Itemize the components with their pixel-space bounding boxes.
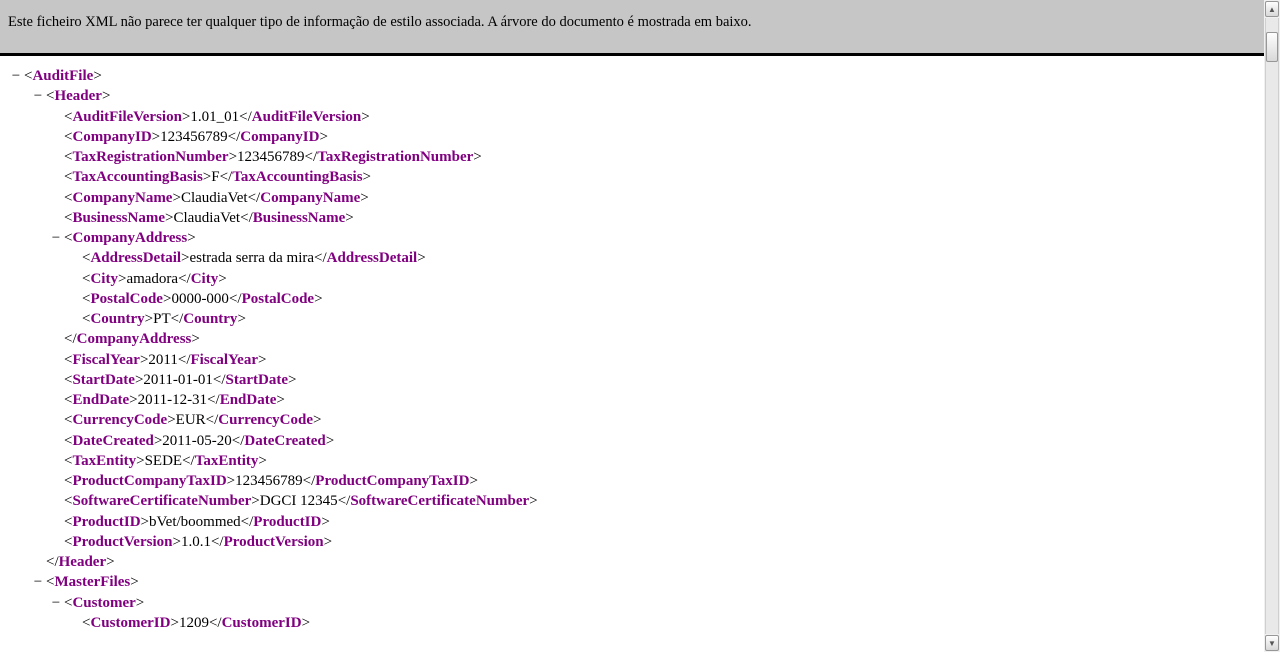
node-header-open: −<Header>	[10, 86, 1254, 106]
node-currencycode: <CurrencyCode>EUR</CurrencyCode>	[10, 410, 1254, 430]
node-taxentity: <TaxEntity>SEDE</TaxEntity>	[10, 451, 1254, 471]
node-datecreated: <DateCreated>2011-05-20</DateCreated>	[10, 431, 1254, 451]
outer-scrollbar[interactable]: ▲ ▼	[1264, 0, 1280, 652]
node-addressdetail: <AddressDetail>estrada serra da mira</Ad…	[10, 248, 1254, 268]
node-postalcode: <PostalCode>0000-000</PostalCode>	[10, 289, 1254, 309]
node-productid: <ProductID>bVet/boommed</ProductID>	[10, 512, 1254, 532]
toggle-icon[interactable]: −	[32, 572, 44, 592]
toggle-icon[interactable]: −	[50, 228, 62, 248]
scrollbar-track[interactable]	[1265, 18, 1279, 634]
no-style-notice: Este ficheiro XML não parece ter qualque…	[0, 0, 1264, 56]
node-companyaddress-close: </CompanyAddress>	[10, 329, 1254, 349]
node-customerid: <CustomerID>1209</CustomerID>	[10, 613, 1254, 633]
node-businessname: <BusinessName>ClaudiaVet</BusinessName>	[10, 208, 1254, 228]
node-customer-open: −<Customer>	[10, 593, 1254, 613]
node-header-close: </Header>	[10, 552, 1254, 572]
node-companyname: <CompanyName>ClaudiaVet</CompanyName>	[10, 188, 1254, 208]
scrollbar-thumb[interactable]	[1266, 32, 1278, 62]
node-companyaddress-open: −<CompanyAddress>	[10, 228, 1254, 248]
xml-viewer-scroll[interactable]: Este ficheiro XML não parece ter qualque…	[0, 0, 1264, 652]
node-companyid: <CompanyID>123456789</CompanyID>	[10, 127, 1254, 147]
node-country: <Country>PT</Country>	[10, 309, 1254, 329]
node-softwarecertificatenumber: <SoftwareCertificateNumber>DGCI 12345</S…	[10, 491, 1254, 511]
node-enddate: <EndDate>2011-12-31</EndDate>	[10, 390, 1254, 410]
toggle-icon[interactable]: −	[10, 66, 22, 86]
scroll-up-arrow-icon[interactable]: ▲	[1265, 1, 1279, 17]
node-fiscalyear: <FiscalYear>2011</FiscalYear>	[10, 350, 1254, 370]
node-auditfile-open: −<AuditFile>	[10, 66, 1254, 86]
node-productversion: <ProductVersion>1.0.1</ProductVersion>	[10, 532, 1254, 552]
node-city: <City>amadora</City>	[10, 269, 1254, 289]
node-taxaccountingbasis: <TaxAccountingBasis>F</TaxAccountingBasi…	[10, 167, 1254, 187]
toggle-icon[interactable]: −	[32, 86, 44, 106]
toggle-icon[interactable]: −	[50, 593, 62, 613]
xml-tree: −<AuditFile> −<Header> <AuditFileVersion…	[0, 66, 1264, 652]
node-taxregistrationnumber: <TaxRegistrationNumber>123456789</TaxReg…	[10, 147, 1254, 167]
node-productcompanytaxid: <ProductCompanyTaxID>123456789</ProductC…	[10, 471, 1254, 491]
scroll-down-arrow-icon[interactable]: ▼	[1265, 635, 1279, 651]
node-auditfileversion: <AuditFileVersion>1.01_01</AuditFileVers…	[10, 107, 1254, 127]
node-masterfiles-open: −<MasterFiles>	[10, 572, 1254, 592]
node-startdate: <StartDate>2011-01-01</StartDate>	[10, 370, 1254, 390]
